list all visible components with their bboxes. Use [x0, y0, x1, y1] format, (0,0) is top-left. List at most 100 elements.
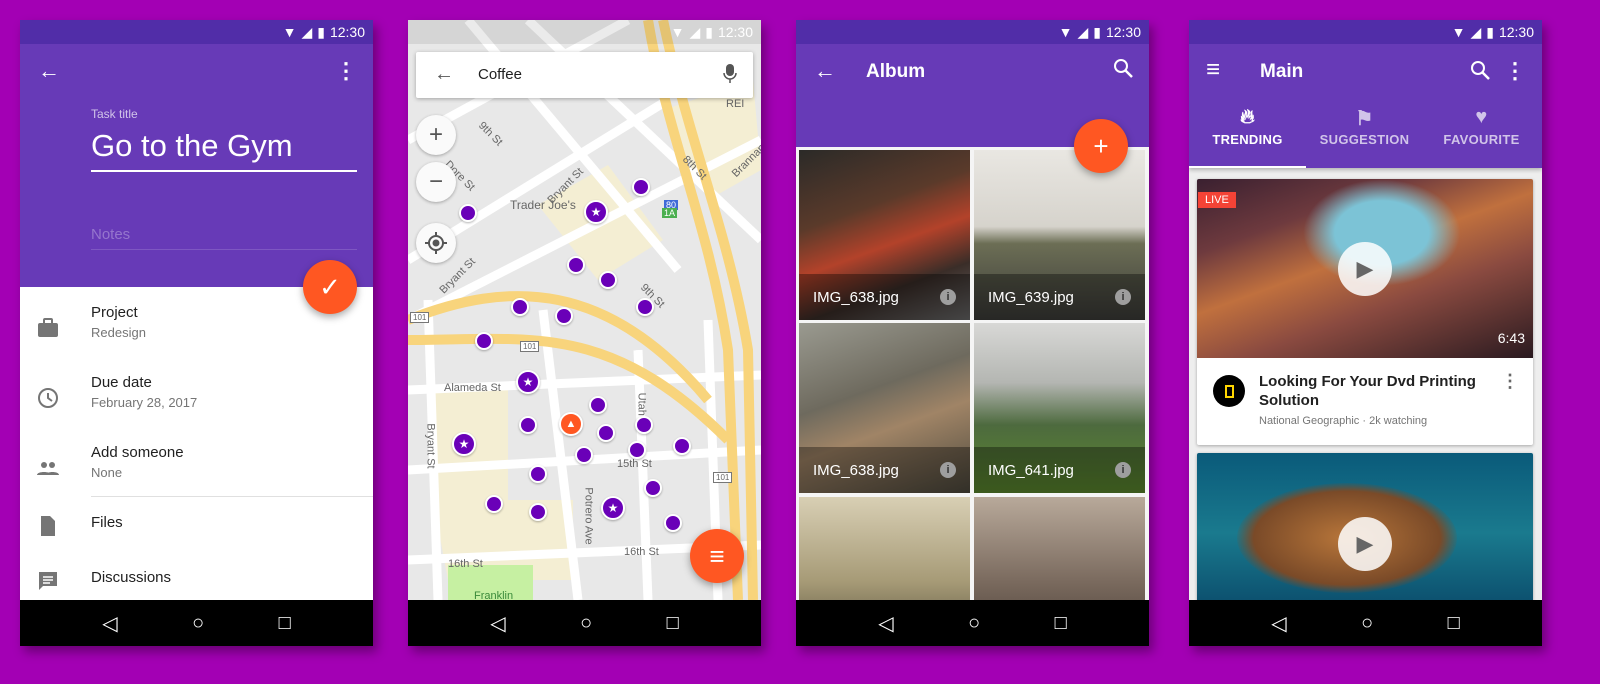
map-marker[interactable] — [589, 396, 607, 414]
search-icon[interactable] — [1470, 60, 1490, 86]
nav-home-icon[interactable]: ○ — [968, 612, 980, 635]
map-marker[interactable] — [673, 437, 691, 455]
map-marker[interactable] — [519, 416, 537, 434]
more-vert-icon[interactable]: ⋮ — [335, 58, 357, 84]
map-marker[interactable] — [475, 332, 493, 350]
wifi-icon: ▼ — [1058, 24, 1073, 40]
map-marker[interactable] — [636, 298, 654, 316]
system-nav-bar: ◁ ○ □ — [408, 600, 761, 646]
search-icon[interactable] — [1113, 58, 1133, 84]
list-item-add-someone[interactable]: Add someone None — [20, 444, 373, 504]
flag-icon: ⚑ — [1355, 108, 1374, 130]
map-marker[interactable] — [485, 495, 503, 513]
back-arrow-icon[interactable]: ← — [814, 58, 836, 84]
current-location-marker: ▲ — [559, 412, 583, 436]
task-title-input[interactable]: Go to the Gym — [91, 128, 357, 172]
nav-recents-icon[interactable]: □ — [279, 612, 291, 635]
list-item-files[interactable]: Files — [20, 514, 373, 574]
poi-trader-joes[interactable]: Trader Joe's — [510, 198, 576, 212]
status-time: 12:30 — [1105, 24, 1141, 40]
done-fab[interactable]: ✓ — [303, 260, 357, 314]
battery-icon: ▮ — [705, 23, 713, 40]
hamburger-menu-icon[interactable]: ≡ — [1206, 56, 1220, 84]
nav-back-icon[interactable]: ◁ — [878, 611, 893, 636]
photo-tile[interactable]: IMG_641.jpg i — [974, 323, 1145, 493]
map-search-bar[interactable]: ← Coffee — [416, 52, 753, 98]
starred-marker[interactable]: ★ — [452, 432, 476, 456]
add-fab[interactable]: + — [1074, 119, 1128, 173]
system-nav-bar: ◁ ○ □ — [796, 600, 1149, 646]
info-icon[interactable]: i — [940, 289, 956, 305]
item-title: Due date — [91, 374, 152, 391]
list-fab[interactable]: ≡ — [690, 529, 744, 583]
back-arrow-icon[interactable]: ← — [434, 63, 454, 86]
street-label: Potrero Ave — [582, 487, 595, 545]
nav-back-icon[interactable]: ◁ — [102, 611, 117, 636]
map-marker[interactable] — [599, 271, 617, 289]
tab-trending[interactable]: 🔥︎ TRENDING — [1189, 100, 1306, 168]
item-title: Discussions — [91, 569, 172, 586]
nav-recents-icon[interactable]: □ — [1448, 612, 1460, 635]
map-marker[interactable] — [664, 514, 682, 532]
nav-home-icon[interactable]: ○ — [192, 612, 204, 635]
video-card[interactable]: LIVE ▶ 6:43 Looking For Your Dvd Printin… — [1197, 179, 1533, 445]
signal-icon: ◢ — [1470, 23, 1482, 40]
nav-recents-icon[interactable]: □ — [667, 612, 679, 635]
microphone-icon[interactable] — [723, 64, 737, 83]
channel-avatar[interactable] — [1213, 375, 1245, 407]
list-item-due-date[interactable]: Due date February 28, 2017 — [20, 374, 373, 434]
map-marker[interactable] — [511, 298, 529, 316]
map-marker[interactable] — [644, 479, 662, 497]
play-button[interactable]: ▶ — [1338, 517, 1392, 571]
map-marker[interactable] — [628, 441, 646, 459]
map-marker[interactable] — [597, 424, 615, 442]
tab-favourite[interactable]: ♥ FAVOURITE — [1423, 100, 1540, 168]
tab-suggestion[interactable]: ⚑ SUGGESTION — [1306, 100, 1423, 168]
map-marker[interactable] — [529, 503, 547, 521]
zoom-out-button[interactable]: − — [416, 162, 456, 202]
nav-home-icon[interactable]: ○ — [580, 612, 592, 635]
video-thumbnail[interactable]: LIVE ▶ 6:43 — [1197, 179, 1533, 358]
info-icon[interactable]: i — [1115, 462, 1131, 478]
starred-marker[interactable]: ★ — [516, 370, 540, 394]
street-label: Bryant St — [424, 423, 437, 469]
notes-input[interactable]: Notes — [91, 226, 357, 250]
poi-rei[interactable]: REI — [726, 98, 744, 110]
street-label: 16th St — [624, 546, 659, 558]
video-meta: National Geographic · 2k watching — [1259, 415, 1428, 427]
play-icon: ▶ — [1356, 256, 1374, 281]
watching-count: 2k watching — [1369, 415, 1428, 427]
tab-label: SUGGESTION — [1319, 132, 1410, 147]
video-title[interactable]: Looking For Your Dvd Printing Solution — [1259, 372, 1489, 410]
map-marker[interactable] — [555, 307, 573, 325]
item-subtitle: None — [91, 465, 123, 480]
photo-tile[interactable]: IMG_638.jpg i — [799, 323, 970, 493]
play-button[interactable]: ▶ — [1338, 242, 1392, 296]
back-arrow-icon[interactable]: ← — [38, 58, 60, 84]
nav-back-icon[interactable]: ◁ — [490, 611, 505, 636]
nav-recents-icon[interactable]: □ — [1055, 612, 1067, 635]
more-vert-icon[interactable]: ⋮ — [1504, 58, 1526, 84]
zoom-in-button[interactable]: + — [416, 115, 456, 155]
list-item-project[interactable]: Project Redesign — [20, 304, 373, 364]
my-location-button[interactable] — [416, 223, 456, 263]
more-vert-icon[interactable]: ⋮ — [1501, 371, 1519, 392]
map-marker[interactable] — [575, 446, 593, 464]
map-marker[interactable] — [567, 256, 585, 274]
map-marker[interactable] — [632, 178, 650, 196]
photo-tile[interactable]: IMG_638.jpg i — [799, 150, 970, 320]
nav-back-icon[interactable]: ◁ — [1271, 611, 1286, 636]
map-marker[interactable] — [459, 204, 477, 222]
nav-home-icon[interactable]: ○ — [1361, 612, 1373, 635]
info-icon[interactable]: i — [1115, 289, 1131, 305]
video-card[interactable]: ▶ — [1197, 453, 1533, 613]
photo-tile[interactable]: IMG_639.jpg i — [974, 150, 1145, 320]
comment-icon — [36, 569, 60, 593]
map-marker[interactable] — [635, 416, 653, 434]
map-marker[interactable] — [529, 465, 547, 483]
search-input[interactable]: Coffee — [478, 66, 522, 83]
task-title-label: Task title — [91, 107, 138, 121]
starred-marker[interactable]: ★ — [584, 200, 608, 224]
info-icon[interactable]: i — [940, 462, 956, 478]
starred-marker[interactable]: ★ — [601, 496, 625, 520]
